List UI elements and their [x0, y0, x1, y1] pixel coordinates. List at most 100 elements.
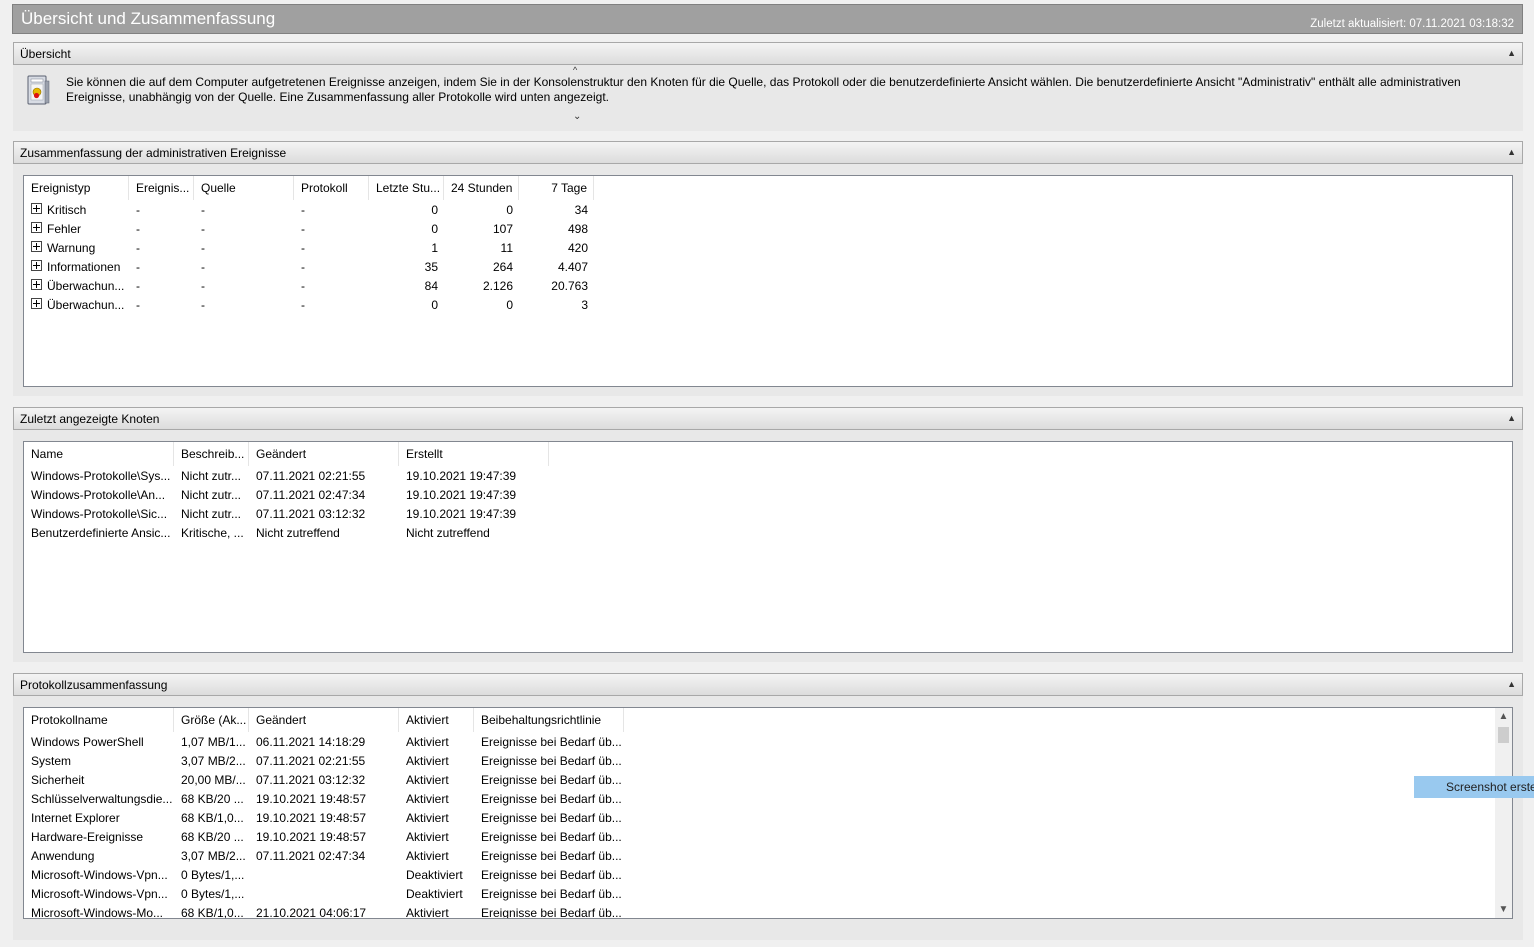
table-cell: 19.10.2021 19:47:39 [406, 488, 517, 502]
recent-nodes-table[interactable]: Name Beschreib... Geändert Erstellt Wind… [23, 441, 1513, 653]
table-row[interactable]: System 3,07 MB/2... 07.11.2021 02:21:55 Akt… [24, 752, 624, 771]
table-cell: Ereignisse bei Bedarf üb... [481, 849, 622, 863]
table-cell: Aktiviert [406, 849, 449, 863]
vertical-scrollbar[interactable]: ▲ ▼ [1495, 708, 1512, 918]
table-row[interactable]: Windows-Protokolle\An... Nicht zutr... 07.… [24, 486, 549, 505]
screenshot-button[interactable]: Screenshot erstel [1414, 776, 1534, 798]
table-cell: 0 Bytes/1,... [181, 868, 245, 882]
table-row[interactable]: Benutzerdefinierte Ansic... Kritische, ..… [24, 524, 549, 543]
table-row[interactable]: Microsoft-Windows-Vpn... 0 Bytes/1,... Dea… [24, 885, 624, 904]
log-summary-table[interactable]: Protokollname Größe (Ak... Geändert Akti… [23, 707, 1513, 919]
table-cell: Ereignisse bei Bedarf üb... [481, 830, 622, 844]
scroll-down-arrow-icon[interactable]: ▼ [1495, 901, 1512, 918]
column-header[interactable]: Protokollname [24, 708, 174, 732]
scrollbar-thumb[interactable] [1498, 727, 1509, 743]
table-cell: 19.10.2021 19:48:57 [256, 830, 367, 844]
log-summary-heading: Protokollzusammenfassung [20, 678, 168, 692]
event-type-label: Kritisch [47, 203, 87, 217]
admin-summary-table[interactable]: Ereignistyp Ereignis... Quelle Protokoll… [23, 175, 1513, 387]
recent-nodes-section-header[interactable]: Zuletzt angezeigte Knoten ▲ [13, 407, 1523, 430]
table-cell: Ereignisse bei Bedarf üb... [481, 906, 622, 919]
plus-box-icon[interactable] [31, 279, 42, 291]
table-row[interactable]: Windows PowerShell 1,07 MB/1... 06.11.2021… [24, 733, 624, 752]
chevron-down-icon[interactable]: ⌄ [573, 111, 581, 122]
table-row[interactable]: Windows-Protokolle\Sic... Nicht zutr... 07… [24, 505, 549, 524]
table-cell: 07.11.2021 02:21:55 [256, 754, 366, 768]
table-row[interactable]: Warnung - - -1 11 420 [24, 239, 594, 258]
table-row[interactable]: Windows-Protokolle\Sys... Nicht zutr... 07… [24, 467, 549, 486]
column-header[interactable]: Beschreib... [174, 442, 249, 466]
column-header[interactable]: 24 Stunden [444, 176, 519, 200]
scroll-up-arrow-icon[interactable]: ▲ [1495, 708, 1512, 725]
column-header[interactable]: Aktiviert [399, 708, 474, 732]
admin-summary-heading: Zusammenfassung der administrativen Erei… [20, 146, 287, 160]
table-cell: Benutzerdefinierte Ansic... [31, 526, 171, 540]
table-cell: - [201, 203, 205, 217]
table-cell: 07.11.2021 02:47:34 [256, 849, 366, 863]
event-viewer-log-icon [27, 75, 50, 105]
table-cell: 0 [506, 203, 513, 217]
table-cell: System [31, 754, 72, 768]
table-cell: Windows-Protokolle\An... [31, 488, 166, 502]
table-cell: Ereignisse bei Bedarf üb... [481, 735, 622, 749]
column-header[interactable]: Quelle [194, 176, 294, 200]
table-cell: 19.10.2021 19:48:57 [256, 811, 367, 825]
table-cell: 19.10.2021 19:47:39 [406, 507, 517, 521]
table-cell: Überwachun... [24, 277, 129, 296]
table-row[interactable]: Anwendung 3,07 MB/2... 07.11.2021 02:47:34… [24, 847, 624, 866]
log-summary-section-header[interactable]: Protokollzusammenfassung ▲ [13, 673, 1523, 696]
table-row[interactable]: Überwachun... - - -84 2.126 20.763 [24, 277, 594, 296]
chevron-up-icon[interactable]: ▲ [1507, 48, 1516, 58]
column-header[interactable]: 7 Tage [519, 176, 594, 200]
table-cell: Windows PowerShell [31, 735, 144, 749]
column-header[interactable]: Geändert [249, 442, 399, 466]
column-header[interactable]: Name [24, 442, 174, 466]
table-cell: 420 [567, 241, 588, 255]
column-header[interactable]: Letzte Stu... [369, 176, 444, 200]
table-row[interactable]: Internet Explorer 68 KB/1,0... 19.10.2021 … [24, 809, 624, 828]
table-cell: Aktiviert [406, 735, 449, 749]
chevron-up-icon[interactable]: ▲ [1507, 413, 1516, 423]
scroll-up-chevron-icon[interactable]: ^ [573, 65, 577, 75]
overview-section-header[interactable]: Übersicht ▲ [13, 42, 1523, 65]
column-header[interactable]: Beibehaltungsrichtlinie [474, 708, 624, 732]
table-cell: Windows-Protokolle\Sys... [31, 469, 171, 483]
column-header[interactable]: Protokoll [294, 176, 369, 200]
admin-summary-body: Ereignistyp Ereignis... Quelle Protokoll… [13, 164, 1523, 396]
table-row[interactable]: Fehler - - - 0 107 498 [24, 220, 594, 239]
column-header[interactable]: Ereignistyp [24, 176, 129, 200]
chevron-up-icon[interactable]: ▲ [1507, 147, 1516, 157]
column-header[interactable]: Größe (Ak... [174, 708, 249, 732]
table-cell: - [301, 279, 305, 293]
table-row[interactable]: Hardware-Ereignisse 68 KB/20 ... 19.10.202… [24, 828, 624, 847]
table-cell: Warnung [24, 239, 129, 258]
plus-box-icon[interactable] [31, 260, 42, 272]
column-header[interactable]: Erstellt [399, 442, 549, 466]
event-type-label: Überwachun... [47, 298, 125, 312]
admin-summary-section-header[interactable]: Zusammenfassung der administrativen Erei… [13, 141, 1523, 164]
table-cell: Nicht zutr... [181, 488, 242, 502]
plus-box-icon[interactable] [31, 241, 42, 253]
event-type-label: Fehler [47, 222, 82, 236]
table-row[interactable]: Überwachun... - - -0 0 3 [24, 296, 594, 315]
column-header[interactable]: Geändert [249, 708, 399, 732]
table-cell: 07.11.2021 02:47:34 [256, 488, 366, 502]
table-cell: - [201, 260, 205, 274]
plus-box-icon[interactable] [31, 203, 42, 215]
table-cell: - [301, 260, 305, 274]
table-cell: 06.11.2021 14:18:29 [256, 735, 366, 749]
table-cell: 34 [574, 203, 588, 217]
table-cell: 20,00 MB/... [181, 773, 246, 787]
column-header[interactable]: Ereignis... [129, 176, 194, 200]
table-row[interactable]: Informationen - - - 35 264 4.407 [24, 258, 594, 277]
table-row[interactable]: Kritisch - - - 0 0 34 [24, 201, 594, 220]
table-row[interactable]: Sicherheit 20,00 MB/... 07.11.2021 03:12:3… [24, 771, 624, 790]
chevron-up-icon[interactable]: ▲ [1507, 679, 1516, 689]
table-cell: Deaktiviert [406, 868, 463, 882]
plus-box-icon[interactable] [31, 222, 42, 234]
overview-body: ^ Sie können die auf dem Computer aufget… [13, 65, 1523, 131]
table-row[interactable]: Schlüsselverwaltungsdie... 68 KB/20 ... 19… [24, 790, 624, 809]
plus-box-icon[interactable] [31, 298, 42, 310]
table-row[interactable]: Microsoft-Windows-Vpn... 0 Bytes/1,... Dea… [24, 866, 624, 885]
table-row[interactable]: Microsoft-Windows-Mo... 68 KB/1,0... 21.10… [24, 904, 624, 919]
